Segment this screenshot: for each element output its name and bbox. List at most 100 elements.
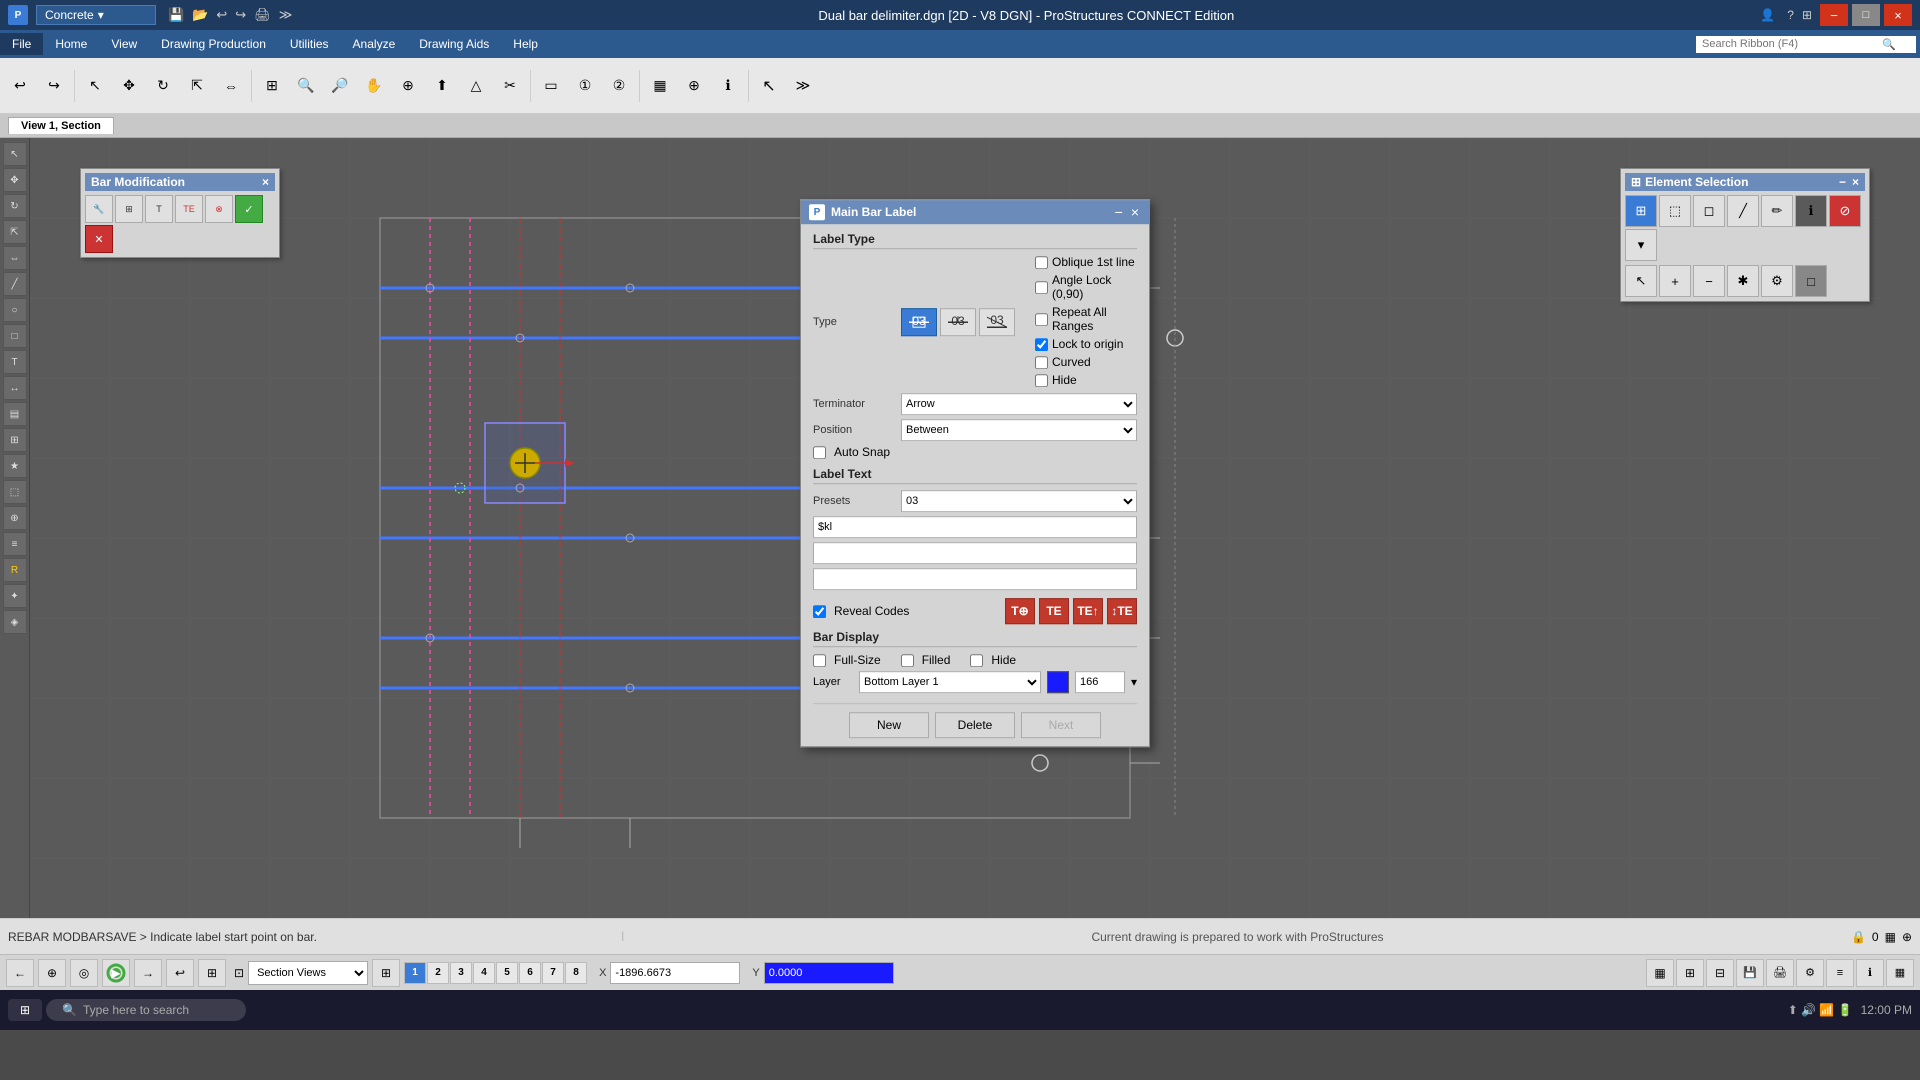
terminator-select[interactable]: Arrow Dot None Open xyxy=(901,393,1137,415)
sb-dim[interactable]: ↔ xyxy=(3,376,27,400)
es-select-elem[interactable]: ⬚ xyxy=(1659,195,1691,227)
layer-select[interactable]: Bottom Layer 1 Bottom Layer 2 Top Layer … xyxy=(859,671,1041,693)
taskbar-search[interactable]: 🔍 Type here to search xyxy=(46,999,246,1021)
tb-zoom-in[interactable]: 🔍 xyxy=(290,70,322,102)
repeat-all-checkbox[interactable] xyxy=(1035,313,1048,326)
bt-views-grid[interactable]: ⊞ xyxy=(372,959,400,987)
type-icon-3[interactable]: 03 xyxy=(979,308,1015,336)
bt-more-right[interactable]: ▦ xyxy=(1886,959,1914,987)
bt-3d[interactable]: ◎ xyxy=(70,959,98,987)
oblique-checkbox[interactable] xyxy=(1035,256,1048,269)
bm-icon-1[interactable]: 🔧 xyxy=(85,195,113,223)
type-icon-1[interactable]: 03 xyxy=(901,308,937,336)
sb-text[interactable]: T xyxy=(3,350,27,374)
tb-move[interactable]: ✥ xyxy=(113,70,145,102)
qa-save[interactable]: 💾 xyxy=(168,7,184,23)
sb-section[interactable]: ✦ xyxy=(3,584,27,608)
bm-icon-5[interactable]: ⊗ xyxy=(205,195,233,223)
sb-group[interactable]: ⊞ xyxy=(3,428,27,452)
es-modify[interactable]: ✱ xyxy=(1727,265,1759,297)
y-input[interactable] xyxy=(764,962,894,984)
color-number[interactable] xyxy=(1075,671,1125,693)
reveal-codes-checkbox[interactable] xyxy=(813,605,826,618)
text-input-main[interactable] xyxy=(813,516,1137,538)
es-gray[interactable]: □ xyxy=(1795,265,1827,297)
num-btn-2[interactable]: 2 xyxy=(427,962,449,984)
tb-pan[interactable]: ✋ xyxy=(358,70,390,102)
minimize-btn[interactable]: − xyxy=(1820,4,1848,26)
menu-drawing-aids[interactable]: Drawing Aids xyxy=(407,33,501,55)
es-select-vert[interactable]: ╱ xyxy=(1727,195,1759,227)
view-tab-section[interactable]: View 1, Section xyxy=(8,117,114,134)
es-select-fence[interactable]: ◻ xyxy=(1693,195,1725,227)
expand-icon[interactable]: ⊞ xyxy=(1802,8,1812,22)
dialog-minimize[interactable]: − xyxy=(1113,204,1125,220)
tb-rotate-view[interactable]: ⊕ xyxy=(392,70,424,102)
code-icon-3[interactable]: TE↑ xyxy=(1073,598,1103,624)
tb-properties[interactable]: ℹ xyxy=(712,70,744,102)
tb-clip[interactable]: ✂ xyxy=(494,70,526,102)
tb-window[interactable]: ▭ xyxy=(535,70,567,102)
es-settings[interactable]: ⚙ xyxy=(1761,265,1793,297)
sb-circle[interactable]: ○ xyxy=(3,298,27,322)
sb-attribute[interactable]: ≡ xyxy=(3,532,27,556)
qa-redo[interactable]: ↪ xyxy=(235,7,246,23)
sb-fence[interactable]: ⬚ xyxy=(3,480,27,504)
sb-rect[interactable]: □ xyxy=(3,324,27,348)
num-btn-3[interactable]: 3 xyxy=(450,962,472,984)
tb-back[interactable]: ↩ xyxy=(4,70,36,102)
bm-icon-2[interactable]: ⊞ xyxy=(115,195,143,223)
num-btn-6[interactable]: 6 xyxy=(519,962,541,984)
es-select-mode[interactable]: ↖ xyxy=(1625,265,1657,297)
new-button[interactable]: New xyxy=(849,712,929,738)
qa-undo[interactable]: ↩ xyxy=(216,7,227,23)
sb-move[interactable]: ✥ xyxy=(3,168,27,192)
menu-utilities[interactable]: Utilities xyxy=(278,33,341,55)
filled-checkbox[interactable] xyxy=(901,654,914,667)
es-delete[interactable]: ⊘ xyxy=(1829,195,1861,227)
bt-map[interactable]: ⊞ xyxy=(198,959,226,987)
sb-mirror[interactable]: ⇔ xyxy=(3,246,27,270)
num-btn-1[interactable]: 1 xyxy=(404,962,426,984)
es-minimize[interactable]: − xyxy=(1839,175,1846,189)
bt-print-right[interactable]: 🖨 xyxy=(1766,959,1794,987)
hide2-checkbox[interactable] xyxy=(970,654,983,667)
color-swatch[interactable] xyxy=(1047,671,1069,693)
tb-snap[interactable]: ⊕ xyxy=(678,70,710,102)
tb-toggle-grid[interactable]: ▦ xyxy=(644,70,676,102)
tb-walk[interactable]: ⬆ xyxy=(426,70,458,102)
bt-settings-right[interactable]: ≡ xyxy=(1826,959,1854,987)
type-icon-2[interactable]: 03 xyxy=(940,308,976,336)
grid-btn-2[interactable]: ⊞ xyxy=(1676,959,1704,987)
es-close[interactable]: × xyxy=(1852,175,1859,189)
tb-select[interactable]: ↖ xyxy=(79,70,111,102)
presets-select[interactable]: 03 01 02 04 xyxy=(901,490,1137,512)
bt-save-right[interactable]: 💾 xyxy=(1736,959,1764,987)
delete-button[interactable]: Delete xyxy=(935,712,1015,738)
start-button[interactable]: ⊞ xyxy=(8,999,42,1021)
angle-lock-checkbox[interactable] xyxy=(1035,281,1048,294)
close-btn[interactable]: × xyxy=(1884,4,1912,26)
menu-drawing-production[interactable]: Drawing Production xyxy=(149,33,278,55)
code-icon-4[interactable]: ↕TE xyxy=(1107,598,1137,624)
menu-help[interactable]: Help xyxy=(501,33,550,55)
ribbon-search[interactable]: 🔍 xyxy=(1696,36,1916,53)
sb-scale[interactable]: ⇱ xyxy=(3,220,27,244)
num-btn-4[interactable]: 4 xyxy=(473,962,495,984)
lock-icon[interactable]: 🔒 xyxy=(1851,930,1866,944)
bt-right[interactable]: → xyxy=(134,959,162,987)
text-input-line2[interactable] xyxy=(813,542,1137,564)
auto-snap-checkbox[interactable] xyxy=(813,446,826,459)
qa-more[interactable]: ≫ xyxy=(279,7,293,23)
sb-line[interactable]: ╱ xyxy=(3,272,27,296)
bar-modification-close[interactable]: × xyxy=(262,175,269,189)
x-input[interactable] xyxy=(610,962,740,984)
es-expand[interactable]: ▾ xyxy=(1625,229,1657,261)
lock-origin-checkbox[interactable] xyxy=(1035,338,1048,351)
bm-icon-4[interactable]: TE xyxy=(175,195,203,223)
menu-view[interactable]: View xyxy=(99,33,149,55)
num-btn-7[interactable]: 7 xyxy=(542,962,564,984)
tb-view1[interactable]: ① xyxy=(569,70,601,102)
es-add[interactable]: + xyxy=(1659,265,1691,297)
menu-home[interactable]: Home xyxy=(43,33,99,55)
